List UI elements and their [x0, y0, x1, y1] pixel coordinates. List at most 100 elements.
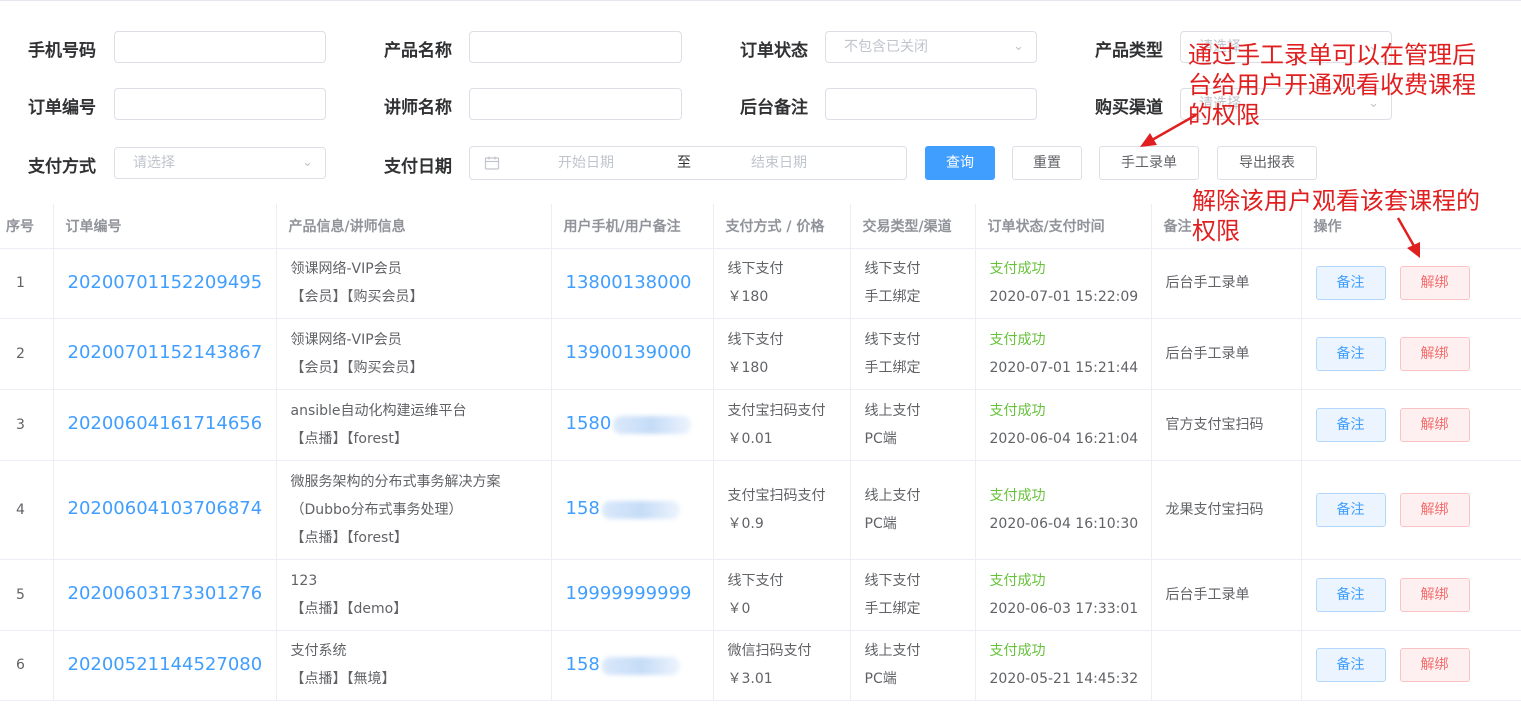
user-phone-cell: 13900139000 [551, 318, 714, 390]
query-button[interactable]: 查询 [925, 146, 995, 180]
export-button[interactable]: 导出报表 [1217, 146, 1317, 180]
phone-mask [601, 501, 680, 519]
row-actions: 备注 解绑 [1301, 559, 1521, 631]
status-info: 支付成功 2020-05-21 14:45:32 [975, 630, 1152, 701]
note-button[interactable]: 备注 [1315, 266, 1386, 300]
channel: 手工绑定 [864, 600, 921, 617]
unbind-button[interactable]: 解绑 [1399, 492, 1470, 527]
table-row: 2 20200701152143867 领课网络-VIP会员 【会员】【购买会员】 13… [0, 318, 1521, 390]
phone-input[interactable] [114, 31, 326, 64]
user-phone-cell: 1580 [551, 389, 714, 461]
order-no-link[interactable]: 20200701152143867 [68, 342, 263, 363]
annotation-line: 台给用户开通观看收费课程 [1188, 71, 1476, 99]
annotation-manual-entry: 通过手工录单可以在管理后 台给用户开通观看收费课程 的权限 [1188, 40, 1476, 130]
user-phone-link[interactable]: 13900139000 [566, 342, 692, 363]
date-end-placeholder[interactable]: 结束日期 [751, 147, 807, 179]
annotation-line: 权限 [1192, 217, 1240, 245]
row-actions: 备注 解绑 [1301, 389, 1521, 461]
header-trade-type: 交易类型/渠道 [850, 204, 976, 249]
remark-input-field[interactable] [844, 89, 1022, 121]
product-name-input-field[interactable] [488, 32, 667, 64]
order-no-link[interactable]: 20200604103706874 [68, 498, 263, 519]
order-no-input-field[interactable] [133, 89, 311, 121]
pay-method: 线下支付 [727, 331, 784, 348]
product-info-line: ansible自动化构建运维平台 [290, 402, 467, 419]
note-button[interactable]: 备注 [1315, 492, 1386, 527]
user-phone-link[interactable]: 1580 [566, 413, 612, 434]
remark-label: 后台备注 [740, 98, 808, 118]
user-phone-link[interactable]: 19999999999 [566, 583, 692, 604]
product-info-line: 【点播】【forest】 [290, 529, 408, 546]
row-index: 2 [0, 318, 54, 390]
order-no-link[interactable]: 20200701152209495 [68, 272, 263, 293]
channel: PC端 [864, 430, 897, 447]
unbind-button[interactable]: 解绑 [1399, 336, 1470, 371]
unbind-button[interactable]: 解绑 [1399, 648, 1470, 682]
row-remark: 龙果支付宝扫码 [1151, 460, 1302, 560]
pay-time: 2020-06-03 17:33:01 [989, 600, 1139, 617]
phone-input-field[interactable] [133, 32, 311, 64]
pay-info: 线下支付 ￥0 [713, 559, 851, 631]
remark-input[interactable] [825, 88, 1037, 121]
order-no-link[interactable]: 20200521144527080 [68, 654, 263, 675]
note-button[interactable]: 备注 [1315, 577, 1386, 612]
table-row: 1 20200701152209495 领课网络-VIP会员 【会员】【购买会员】 13… [0, 248, 1521, 319]
orders-table: 序号 订单编号 产品信息/讲师信息 用户手机/用户备注 支付方式 / 价格 交易… [0, 204, 1521, 701]
pay-time: 2020-06-04 16:21:04 [989, 430, 1139, 447]
product-info-line: 【会员】【购买会员】 [290, 289, 424, 305]
pay-date-range[interactable]: 开始日期 至 结束日期 [469, 146, 907, 180]
note-button[interactable]: 备注 [1315, 336, 1386, 371]
row-index: 5 [0, 559, 54, 631]
status-info: 支付成功 2020-07-01 15:21:44 [975, 318, 1152, 390]
order-no-link[interactable]: 20200604161714656 [68, 413, 263, 434]
row-index: 6 [0, 630, 54, 701]
unbind-button[interactable]: 解绑 [1399, 407, 1470, 442]
trade-type: 线上支付 [864, 402, 921, 419]
pay-method: 支付宝扫码支付 [727, 402, 826, 419]
trade-type: 线上支付 [864, 487, 921, 504]
header-product: 产品信息/讲师信息 [276, 204, 552, 249]
unbind-button[interactable]: 解绑 [1399, 266, 1470, 300]
pay-method-select[interactable]: 请选择 ⌄ [114, 147, 326, 179]
status-info: 支付成功 2020-06-04 16:21:04 [975, 389, 1152, 461]
note-button[interactable]: 备注 [1315, 407, 1386, 442]
order-no-link[interactable]: 20200603173301276 [68, 583, 263, 604]
status-info: 支付成功 2020-06-04 16:10:30 [975, 460, 1152, 560]
annotation-unbind: 解除该用户观看该套课程的 权限 [1192, 186, 1480, 246]
table-row: 6 20200521144527080 支付系统 【点播】【無境】 158 微信扫码支付 ￥… [0, 630, 1521, 701]
price: ￥180 [727, 289, 769, 305]
product-name-input[interactable] [469, 31, 682, 64]
reset-button[interactable]: 重置 [1012, 146, 1082, 180]
pay-method: 微信扫码支付 [727, 643, 812, 659]
pay-method: 线下支付 [727, 261, 784, 277]
teacher-input-field[interactable] [488, 89, 667, 121]
user-phone-link[interactable]: 158 [566, 654, 600, 675]
product-info: 支付系统 【点播】【無境】 [276, 630, 552, 701]
product-name-label: 产品名称 [384, 41, 452, 61]
status-info: 支付成功 2020-07-01 15:22:09 [975, 248, 1152, 319]
order-no-input[interactable] [114, 88, 326, 121]
product-info-line: 领课网络-VIP会员 [290, 331, 402, 348]
product-info-line: 【点播】【forest】 [290, 430, 408, 447]
user-phone-link[interactable]: 13800138000 [566, 272, 692, 293]
trade-type: 线下支付 [864, 331, 921, 348]
pay-method-label: 支付方式 [28, 157, 96, 177]
note-button[interactable]: 备注 [1315, 648, 1386, 682]
unbind-button[interactable]: 解绑 [1399, 577, 1470, 612]
user-phone-link[interactable]: 158 [566, 498, 600, 519]
trade-info: 线下支付 手工绑定 [850, 559, 976, 631]
manual-entry-button[interactable]: 手工录单 [1099, 146, 1199, 180]
row-actions: 备注 解绑 [1301, 630, 1521, 701]
phone-mask [613, 416, 692, 434]
date-start-placeholder[interactable]: 开始日期 [558, 147, 614, 179]
pay-info: 支付宝扫码支付 ￥0.01 [713, 389, 851, 461]
order-status-select[interactable]: 不包含已关闭 ⌄ [825, 31, 1037, 63]
order-no-label: 订单编号 [28, 98, 96, 118]
header-status: 订单状态/支付时间 [975, 204, 1152, 249]
trade-info: 线上支付 PC端 [850, 460, 976, 560]
teacher-label: 讲师名称 [384, 98, 452, 118]
price: ￥0.01 [727, 430, 773, 447]
teacher-input[interactable] [469, 88, 682, 121]
pay-info: 线下支付 ￥180 [713, 318, 851, 390]
user-phone-cell: 158 [551, 460, 714, 560]
